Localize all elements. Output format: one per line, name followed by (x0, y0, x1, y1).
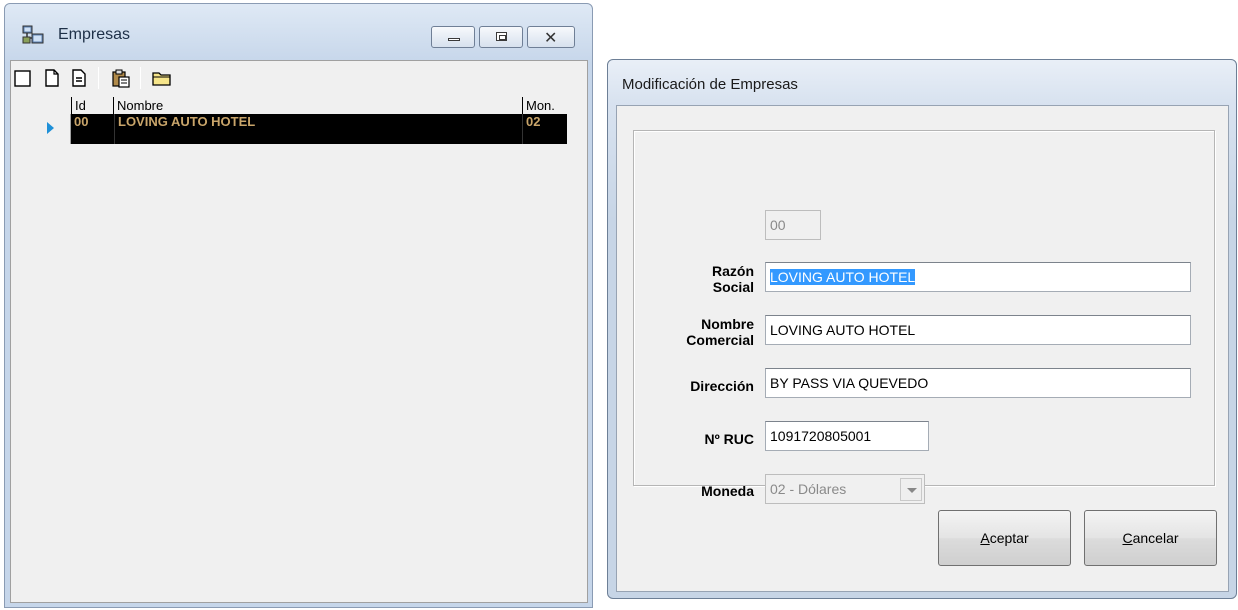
current-row-arrow-icon (47, 122, 54, 134)
row-indicator-header (34, 97, 71, 114)
row-indicator[interactable] (34, 114, 71, 144)
modificacion-dialog: Modificación de Empresas Id 00 Razón Soc… (607, 59, 1237, 599)
cancelar-button[interactable]: Cancelar (1084, 510, 1217, 566)
empresas-client-area: Id Nombre Mon. 00 LOVING AUTO HOTEL 02 (10, 60, 588, 603)
empresas-window: Empresas ✕ Id Nombre Mon. 00 LOVING AUTO… (4, 3, 593, 608)
open-folder-icon[interactable] (152, 68, 172, 88)
app-icon (22, 25, 44, 44)
toolbar-separator (98, 67, 99, 89)
new-record-icon[interactable] (13, 68, 33, 88)
cell-moneda[interactable]: 02 (522, 114, 567, 144)
aceptar-accel: A (980, 530, 990, 546)
close-button[interactable]: ✕ (527, 26, 575, 48)
cancelar-label: ancelar (1132, 530, 1179, 546)
nombre-comercial-label: Nombre Comercial (594, 316, 754, 348)
minimize-icon (448, 38, 460, 41)
maximize-button[interactable] (479, 26, 523, 48)
id-label: Id (617, 224, 777, 240)
chevron-down-icon (900, 478, 922, 501)
razon-social-label-line1: Razón (712, 263, 754, 279)
empresas-titlebar[interactable]: Empresas ✕ (5, 4, 592, 60)
table-row[interactable]: 00 LOVING AUTO HOTEL 02 (34, 114, 567, 144)
cancelar-accel: C (1122, 530, 1133, 546)
empresas-title: Empresas (58, 26, 131, 43)
nombre-comercial-field[interactable]: LOVING AUTO HOTEL (765, 315, 1191, 345)
close-icon: ✕ (544, 28, 558, 47)
moneda-selected-value: 02 - Dólares (770, 481, 847, 497)
edit-document-icon[interactable] (69, 68, 89, 88)
dialog-title: Modificación de Empresas (622, 76, 798, 93)
aceptar-label: ceptar (989, 530, 1029, 546)
column-header-nombre[interactable]: Nombre (113, 97, 522, 114)
razon-social-field[interactable]: LOVING AUTO HOTEL (765, 262, 1191, 292)
razon-social-label-line2: Social (712, 279, 754, 295)
moneda-select: 02 - Dólares (765, 474, 925, 504)
column-header-moneda[interactable]: Mon. (522, 97, 567, 114)
direccion-field[interactable]: BY PASS VIA QUEVEDO (765, 368, 1191, 398)
nombre-comercial-label-line2: Comercial (686, 332, 754, 348)
toolbar (11, 61, 587, 97)
ruc-label: Nº RUC (704, 431, 754, 447)
dialog-body: Id 00 Razón Social LOVING AUTO HOTEL Nom… (616, 105, 1229, 592)
maximize-icon (496, 32, 507, 41)
paste-icon[interactable] (111, 68, 131, 88)
id-field: 00 (765, 210, 821, 240)
ruc-field[interactable]: 1091720805001 (765, 421, 929, 451)
minimize-button[interactable] (431, 26, 475, 48)
new-document-icon[interactable] (42, 68, 62, 88)
column-header-id[interactable]: Id (71, 97, 113, 114)
moneda-label: Moneda (701, 483, 754, 499)
cell-nombre[interactable]: LOVING AUTO HOTEL (114, 114, 522, 144)
nombre-comercial-label-line1: Nombre (701, 316, 754, 332)
caption-buttons: ✕ (431, 26, 575, 48)
toolbar-separator (140, 67, 141, 89)
cell-id[interactable]: 00 (71, 114, 114, 144)
direccion-label: Dirección (690, 378, 754, 394)
razon-social-label: Razón Social (594, 263, 754, 295)
empresas-grid: Id Nombre Mon. 00 LOVING AUTO HOTEL 02 (34, 97, 573, 602)
aceptar-button[interactable]: Aceptar (938, 510, 1071, 566)
grid-header: Id Nombre Mon. (34, 97, 567, 114)
razon-social-selected-text: LOVING AUTO HOTEL (770, 269, 916, 285)
